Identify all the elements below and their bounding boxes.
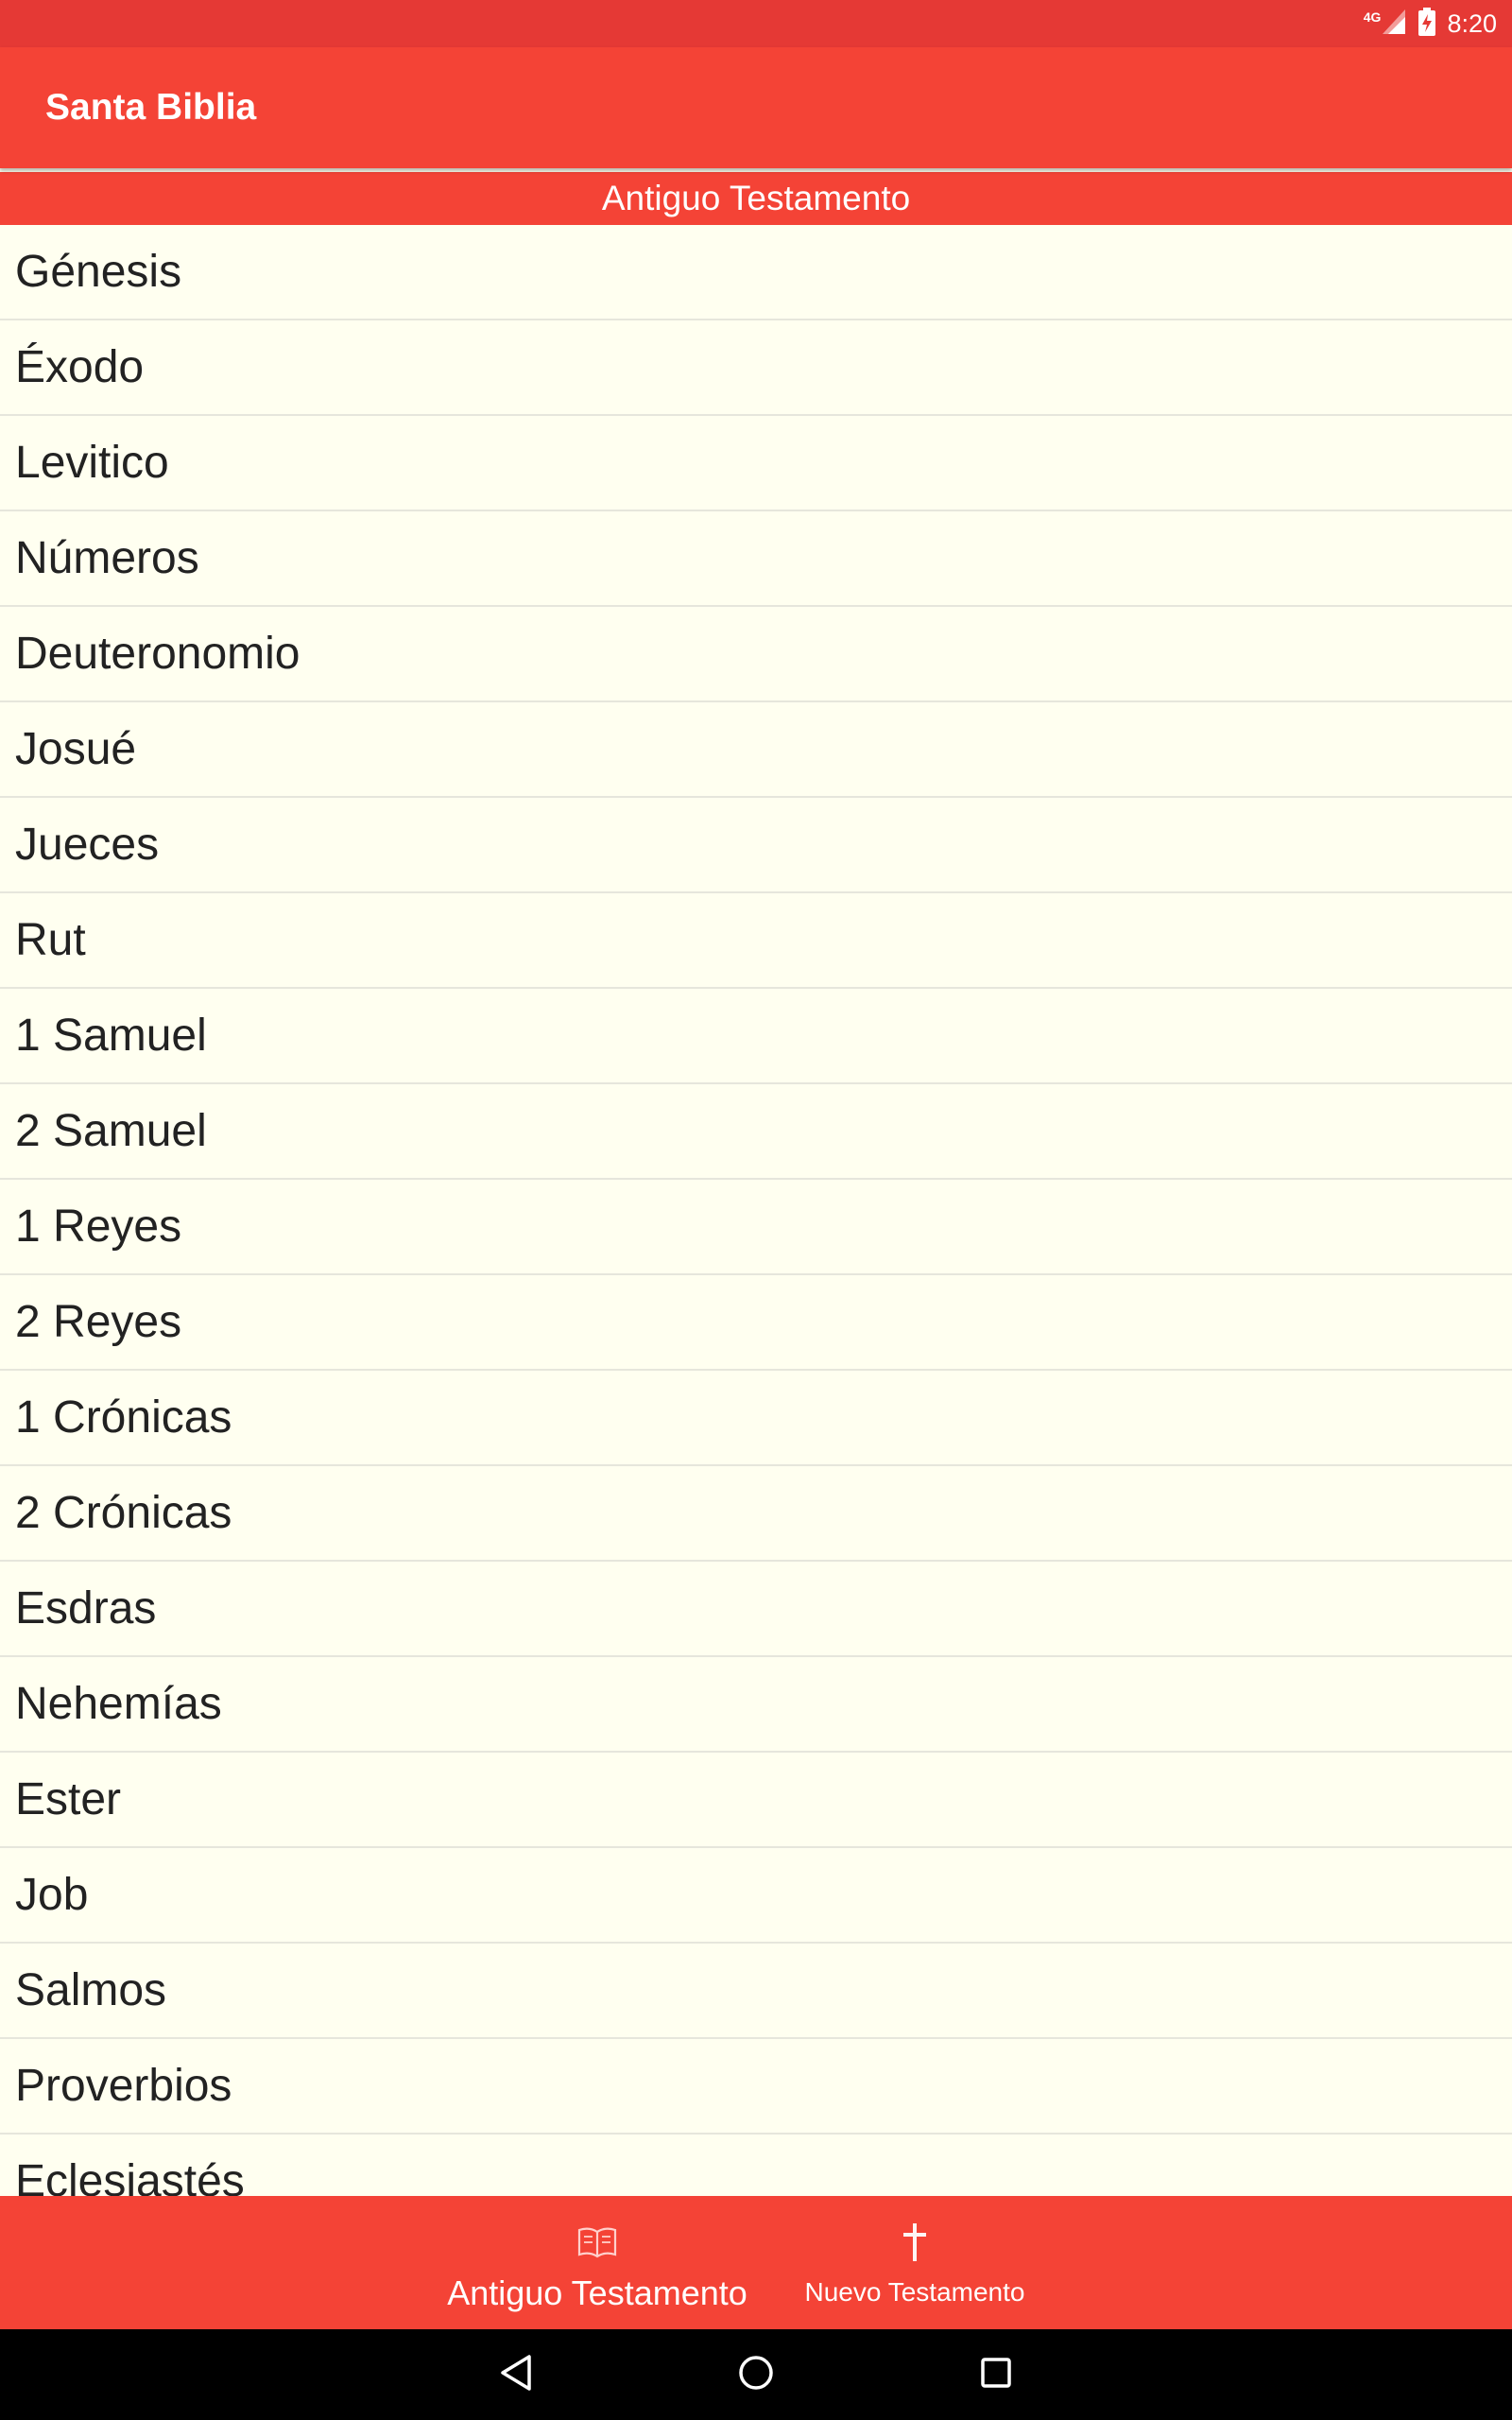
book-item-2-reyes[interactable]: 2 Reyes xyxy=(0,1275,1512,1371)
open-book-icon xyxy=(577,2219,617,2266)
app-title: Santa Biblia xyxy=(45,87,257,128)
book-item-deuteronomio[interactable]: Deuteronomio xyxy=(0,607,1512,702)
book-item-rut[interactable]: Rut xyxy=(0,893,1512,989)
tab-antiguo-testamento[interactable]: Antiguo Testamento xyxy=(438,2196,756,2329)
cross-icon xyxy=(901,2219,929,2266)
book-item-levitico[interactable]: Levitico xyxy=(0,416,1512,511)
status-bar: 4G 8:20 xyxy=(0,0,1512,47)
recents-square-icon xyxy=(979,2356,1013,2394)
recents-button[interactable] xyxy=(951,2329,1041,2420)
section-header: Antiguo Testamento xyxy=(0,172,1512,225)
book-item-esdras[interactable]: Esdras xyxy=(0,1562,1512,1657)
system-navigation-bar xyxy=(0,2329,1512,2420)
back-button[interactable] xyxy=(471,2329,561,2420)
home-button[interactable] xyxy=(711,2329,801,2420)
tab-label: Antiguo Testamento xyxy=(447,2273,747,2312)
tab-nuevo-testamento[interactable]: Nuevo Testamento xyxy=(756,2196,1074,2329)
book-item-salmos[interactable]: Salmos xyxy=(0,1944,1512,2039)
back-triangle-icon xyxy=(499,2354,533,2396)
book-list[interactable]: Génesis Éxodo Levitico Números Deuterono… xyxy=(0,225,1512,2196)
book-item-2-samuel[interactable]: 2 Samuel xyxy=(0,1084,1512,1180)
book-item-job[interactable]: Job xyxy=(0,1848,1512,1944)
book-item-genesis[interactable]: Génesis xyxy=(0,225,1512,320)
book-item-1-samuel[interactable]: 1 Samuel xyxy=(0,989,1512,1084)
book-item-nehemias[interactable]: Nehemías xyxy=(0,1657,1512,1753)
book-item-josue[interactable]: Josué xyxy=(0,702,1512,798)
battery-charging-icon xyxy=(1418,7,1436,41)
book-item-ester[interactable]: Ester xyxy=(0,1753,1512,1848)
signal-icon xyxy=(1383,9,1406,39)
book-item-1-reyes[interactable]: 1 Reyes xyxy=(0,1180,1512,1275)
tab-label: Nuevo Testamento xyxy=(804,2277,1025,2307)
book-item-2-cronicas[interactable]: 2 Crónicas xyxy=(0,1466,1512,1562)
book-item-jueces[interactable]: Jueces xyxy=(0,798,1512,893)
bottom-navigation: Antiguo Testamento Nuevo Testamento xyxy=(0,2196,1512,2329)
book-item-eclesiastes[interactable]: Eclesiastés xyxy=(0,2135,1512,2196)
book-item-numeros[interactable]: Números xyxy=(0,511,1512,607)
home-circle-icon xyxy=(737,2354,775,2396)
status-time: 8:20 xyxy=(1447,9,1497,38)
book-item-exodo[interactable]: Éxodo xyxy=(0,320,1512,416)
app-bar: Santa Biblia xyxy=(0,47,1512,168)
network-type-label: 4G xyxy=(1363,9,1382,25)
book-item-1-cronicas[interactable]: 1 Crónicas xyxy=(0,1371,1512,1466)
book-item-proverbios[interactable]: Proverbios xyxy=(0,2039,1512,2135)
